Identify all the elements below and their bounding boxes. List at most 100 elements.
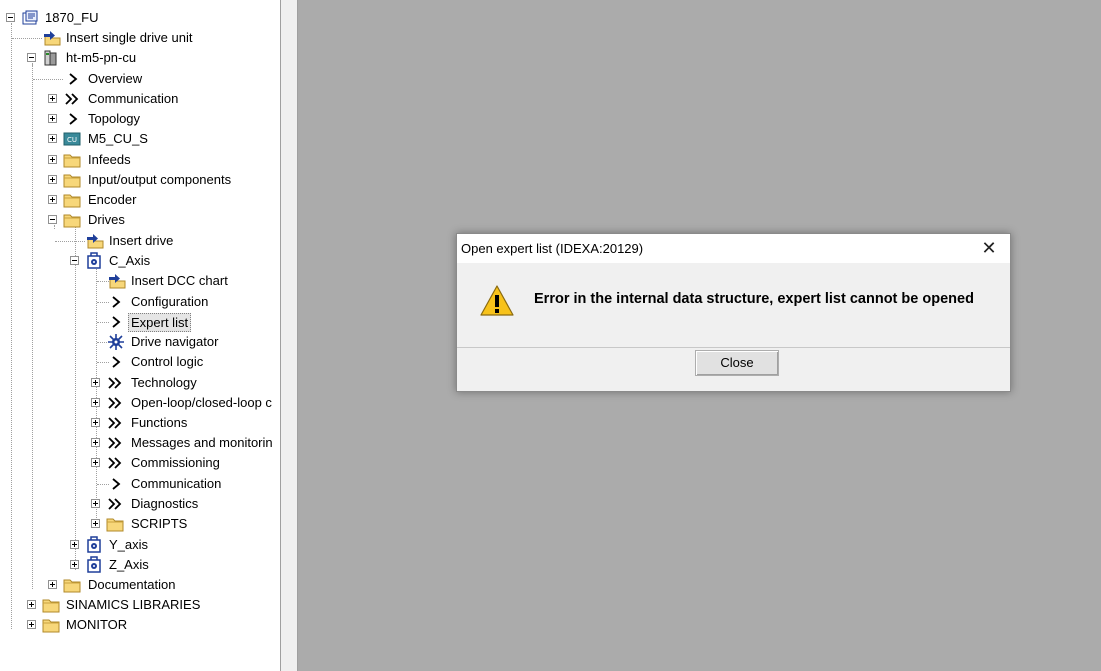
- tree-item-label: Messages and monitorin: [131, 435, 273, 450]
- tree-item-configuration[interactable]: Configuration: [0, 292, 280, 312]
- dialog-separator: [457, 347, 1010, 348]
- tree-item-messages-monitoring[interactable]: Messages and monitorin: [0, 433, 280, 453]
- tree-item-open-closed-loop[interactable]: Open-loop/closed-loop c: [0, 393, 280, 413]
- folder-icon: [63, 152, 81, 168]
- collapse-icon[interactable]: [27, 53, 36, 62]
- tree-item-label: Communication: [131, 476, 222, 491]
- drive-icon: [86, 556, 102, 574]
- tree-item-z-axis[interactable]: Z_Axis: [0, 555, 280, 575]
- tree-item-label: Expert list: [128, 313, 192, 332]
- tree-item-commissioning[interactable]: Commissioning: [0, 453, 280, 473]
- tree-item-topology[interactable]: Topology: [0, 109, 280, 129]
- expand-icon[interactable]: [48, 134, 57, 143]
- expand-icon[interactable]: [91, 458, 100, 467]
- tree-item-label: 1870_FU: [45, 10, 99, 25]
- tree-item-io-components[interactable]: Input/output components: [0, 170, 280, 190]
- dialog-titlebar[interactable]: Open expert list (IDEXA:20129) ✕: [457, 234, 1010, 263]
- collapse-icon[interactable]: [6, 13, 15, 22]
- tree-item-label: Open-loop/closed-loop c: [131, 395, 272, 410]
- expand-icon[interactable]: [48, 94, 57, 103]
- tree-item-label: M5_CU_S: [88, 131, 148, 146]
- tree-item-label: Documentation: [88, 577, 176, 592]
- expand-icon[interactable]: [27, 600, 36, 609]
- expand-icon[interactable]: [48, 114, 57, 123]
- tree-item-monitor[interactable]: MONITOR: [0, 615, 280, 635]
- tree-item-scripts[interactable]: SCRIPTS: [0, 514, 280, 534]
- tree-item-label: ht-m5-pn-cu: [66, 50, 137, 65]
- tree-item-root[interactable]: 1870_FU: [0, 8, 280, 28]
- tree-item-insert-drive[interactable]: Insert drive: [0, 231, 280, 251]
- tree-item-label: Technology: [131, 375, 197, 390]
- expand-icon[interactable]: [48, 175, 57, 184]
- tree-item-c-communication[interactable]: Communication: [0, 474, 280, 494]
- close-button[interactable]: Close: [695, 350, 779, 376]
- insert-icon: [85, 233, 105, 249]
- double-chevron-right-icon: [107, 436, 123, 450]
- tree-item-label: Drive navigator: [131, 334, 219, 349]
- folder-icon: [63, 212, 81, 228]
- tree-item-functions[interactable]: Functions: [0, 413, 280, 433]
- tree-item-label: Communication: [88, 91, 179, 106]
- tree-item-label: Insert single drive unit: [66, 30, 193, 45]
- folder-icon: [42, 597, 60, 613]
- close-icon[interactable]: ✕: [974, 235, 1004, 261]
- tree-item-label: Encoder: [88, 192, 137, 207]
- folder-icon: [63, 192, 81, 208]
- tree-item-communication[interactable]: Communication: [0, 89, 280, 109]
- device-icon: [42, 49, 60, 67]
- tree-item-label: Overview: [88, 71, 143, 86]
- drive-icon: [86, 252, 102, 270]
- tree-item-infeeds[interactable]: Infeeds: [0, 150, 280, 170]
- chevron-right-icon: [109, 477, 123, 491]
- tree-item-label: Functions: [131, 415, 188, 430]
- expand-icon[interactable]: [91, 519, 100, 528]
- tree-item-y-axis[interactable]: Y_axis: [0, 535, 280, 555]
- expand-icon[interactable]: [70, 560, 79, 569]
- tree-item-label: Control logic: [131, 354, 204, 369]
- dialog-title: Open expert list (IDEXA:20129): [461, 241, 644, 256]
- chevron-right-icon: [109, 355, 123, 369]
- tree-item-label: Input/output components: [88, 172, 232, 187]
- tree-item-label: SCRIPTS: [131, 516, 188, 531]
- dialog-message: Error in the internal data structure, ex…: [534, 291, 974, 307]
- double-chevron-right-icon: [64, 92, 80, 106]
- project-tree: 1870_FU Insert single drive unit ht-m5-p…: [0, 0, 280, 671]
- tree-item-c-axis[interactable]: C_Axis: [0, 251, 280, 271]
- expand-icon[interactable]: [91, 378, 100, 387]
- expand-icon[interactable]: [48, 580, 57, 589]
- tree-item-cu[interactable]: M5_CU_S: [0, 129, 280, 149]
- tree-item-diagnostics[interactable]: Diagnostics: [0, 494, 280, 514]
- expand-icon[interactable]: [91, 418, 100, 427]
- tree-item-insert-single-drive-unit[interactable]: Insert single drive unit: [0, 28, 280, 48]
- tree-item-overview[interactable]: Overview: [0, 69, 280, 89]
- panel-splitter[interactable]: [280, 0, 298, 671]
- expand-icon[interactable]: [70, 540, 79, 549]
- tree-item-expert-list[interactable]: Expert list: [0, 312, 280, 332]
- tree-item-control-logic[interactable]: Control logic: [0, 352, 280, 372]
- double-chevron-right-icon: [107, 376, 123, 390]
- tree-item-label: Insert DCC chart: [131, 273, 228, 288]
- folder-icon: [63, 172, 81, 188]
- collapse-icon[interactable]: [70, 256, 79, 265]
- tree-item-encoder[interactable]: Encoder: [0, 190, 280, 210]
- expand-icon[interactable]: [48, 155, 57, 164]
- tree-item-device[interactable]: ht-m5-pn-cu: [0, 48, 280, 68]
- expand-icon[interactable]: [91, 438, 100, 447]
- expand-icon[interactable]: [91, 398, 100, 407]
- expand-icon[interactable]: [48, 195, 57, 204]
- tree-item-insert-dcc-chart[interactable]: Insert DCC chart: [0, 271, 280, 291]
- error-dialog: Open expert list (IDEXA:20129) ✕ Error i…: [456, 233, 1011, 392]
- tree-item-label: Z_Axis: [109, 557, 149, 572]
- expand-icon[interactable]: [91, 499, 100, 508]
- tree-item-drive-navigator[interactable]: Drive navigator: [0, 332, 280, 352]
- tree-item-label: Diagnostics: [131, 496, 199, 511]
- tree-item-drives[interactable]: Drives: [0, 210, 280, 230]
- collapse-icon[interactable]: [48, 215, 57, 224]
- drive-icon: [86, 536, 102, 554]
- tree-item-technology[interactable]: Technology: [0, 373, 280, 393]
- expand-icon[interactable]: [27, 620, 36, 629]
- tree-item-label: MONITOR: [66, 617, 128, 632]
- tree-item-sinamics-libraries[interactable]: SINAMICS LIBRARIES: [0, 595, 280, 615]
- control-unit-icon: [63, 131, 81, 147]
- tree-item-documentation[interactable]: Documentation: [0, 575, 280, 595]
